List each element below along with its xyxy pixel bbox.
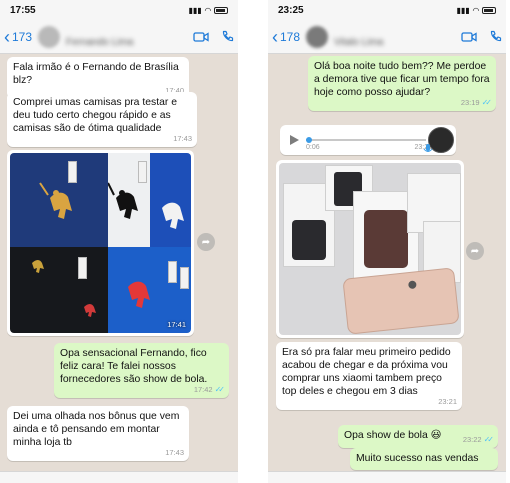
contact-name: Vitalo Lima xyxy=(334,37,384,48)
chat-header: ‹ 178 Vitalo Lima xyxy=(268,20,506,54)
signal-icon: ▮▮▮ xyxy=(456,5,470,15)
message-text: Comprei umas camisas pra testar e deu tu… xyxy=(13,97,177,134)
audio-duration: 0:06 xyxy=(306,144,320,151)
audio-progress-track[interactable] xyxy=(306,137,426,143)
unread-count: 178 xyxy=(280,29,301,44)
status-time: 17:55 xyxy=(10,4,36,16)
price-tag xyxy=(138,161,147,183)
price-tag xyxy=(180,267,189,289)
chevron-left-icon: ‹ xyxy=(4,26,10,47)
polo-horse-logo xyxy=(162,202,184,229)
message-text: Opa sensacional Fernando, fico feliz car… xyxy=(60,348,208,385)
message-time: 23:22 ✓✓ xyxy=(462,433,495,446)
battery-icon xyxy=(214,6,228,14)
left-chat-screen: 17:55 ▮▮▮ ◠ ‹ 173 Fernando Lima Fala irm… xyxy=(0,0,238,483)
avatar xyxy=(423,127,454,153)
white-shirt xyxy=(107,153,191,247)
contact-name: Fernando Lima xyxy=(66,37,134,48)
black-shirt xyxy=(10,247,108,333)
back-button[interactable]: ‹ 178 xyxy=(272,28,300,46)
battery-icon xyxy=(482,6,496,14)
status-icons: ▮▮▮ ◠ xyxy=(189,6,228,15)
message-text: Opa show de bola 😃 xyxy=(344,430,442,441)
message-time: 17:43 xyxy=(165,448,184,457)
status-time: 23:25 xyxy=(278,4,304,16)
status-bar: 23:25 ▮▮▮ ◠ xyxy=(268,0,506,20)
message-incoming[interactable]: Dei uma olhada nos bônus que vem ainda e… xyxy=(7,406,189,461)
right-chat-screen: 23:25 ▮▮▮ ◠ ‹ 178 Vitalo Lima Olá boa no… xyxy=(268,0,506,483)
message-outgoing[interactable]: Olá boa noite tudo bem?? Me perdoe a dem… xyxy=(308,56,496,111)
message-outgoing[interactable]: Opa sensacional Fernando, fico feliz car… xyxy=(54,343,229,398)
unread-count: 173 xyxy=(12,29,33,44)
forward-icon[interactable]: ➦ xyxy=(197,233,215,251)
shirts-photo[interactable]: 17:41 xyxy=(10,153,191,333)
signal-icon: ▮▮▮ xyxy=(188,5,202,15)
input-bar xyxy=(268,471,506,483)
video-call-icon[interactable] xyxy=(461,31,477,43)
message-time: 17:42 ✓✓ xyxy=(193,383,226,396)
price-tag xyxy=(68,161,77,183)
message-text: Dei uma olhada nos bônus que vem ainda e… xyxy=(13,411,180,448)
iphones-photo[interactable] xyxy=(279,163,461,335)
back-button[interactable]: ‹ 173 xyxy=(4,28,32,46)
contact-name-container[interactable]: Fernando Lima xyxy=(66,32,193,48)
camera-lens xyxy=(407,280,417,290)
message-text: Fala irmão é o Fernando de Brasília blz? xyxy=(13,62,179,86)
image-message[interactable] xyxy=(276,160,464,338)
message-time: 23:21 xyxy=(438,397,457,406)
input-bar xyxy=(0,471,238,483)
polo-horse-logo xyxy=(32,260,96,317)
avatar[interactable] xyxy=(306,25,329,48)
message-text: Olá boa noite tudo bem?? Me perdoe a dem… xyxy=(314,61,490,98)
read-receipt-icon: ✓✓ xyxy=(483,435,495,444)
navy-shirt xyxy=(10,153,108,247)
chat-header: ‹ 173 Fernando Lima xyxy=(0,20,238,54)
message-time: 17:41 xyxy=(167,320,186,329)
wifi-icon: ◠ xyxy=(472,5,479,15)
forward-icon[interactable]: ➦ xyxy=(466,242,484,260)
blue-shirt-partial xyxy=(150,153,191,247)
contact-name-container[interactable]: Vitalo Lima xyxy=(334,32,461,48)
message-outgoing[interactable]: Opa show de bola 😃 23:22 ✓✓ xyxy=(338,425,498,448)
iphone-box-image xyxy=(364,210,408,268)
time-value: 23:19 xyxy=(460,98,480,107)
call-actions xyxy=(193,30,234,43)
mic-icon xyxy=(423,144,433,152)
message-text: Muito sucesso nas vendas xyxy=(356,453,479,464)
status-icons: ▮▮▮ ◠ xyxy=(457,6,496,15)
time-value: 23:22 xyxy=(462,435,482,444)
message-outgoing[interactable]: Muito sucesso nas vendas xyxy=(350,448,498,470)
audio-progress-knob[interactable] xyxy=(306,137,312,143)
status-bar: 17:55 ▮▮▮ ◠ xyxy=(0,0,238,20)
phone-icon[interactable] xyxy=(489,30,502,43)
wifi-icon: ◠ xyxy=(204,5,211,15)
message-time: 17:43 xyxy=(173,134,192,143)
call-actions xyxy=(461,30,502,43)
message-text: Era só pra falar meu primeiro pedido aca… xyxy=(282,347,451,397)
image-message[interactable]: 17:41 xyxy=(7,150,194,336)
iphone-box-image xyxy=(292,220,326,260)
price-tag xyxy=(78,257,87,279)
chevron-left-icon: ‹ xyxy=(272,26,278,47)
read-receipt-icon: ✓✓ xyxy=(481,98,493,107)
read-receipt-icon: ✓✓ xyxy=(214,385,226,394)
avatar[interactable] xyxy=(38,25,61,48)
rose-gold-iphone xyxy=(342,267,460,335)
phone-icon[interactable] xyxy=(221,30,234,43)
message-time: 23:19 ✓✓ xyxy=(460,96,493,109)
polo-horse-logo xyxy=(39,182,72,219)
time-value: 17:42 xyxy=(193,385,213,394)
price-tag xyxy=(168,261,177,283)
video-call-icon[interactable] xyxy=(193,31,209,43)
play-icon[interactable] xyxy=(288,134,300,146)
message-incoming[interactable]: Era só pra falar meu primeiro pedido aca… xyxy=(276,342,462,410)
message-incoming[interactable]: Comprei umas camisas pra testar e deu tu… xyxy=(7,92,197,147)
